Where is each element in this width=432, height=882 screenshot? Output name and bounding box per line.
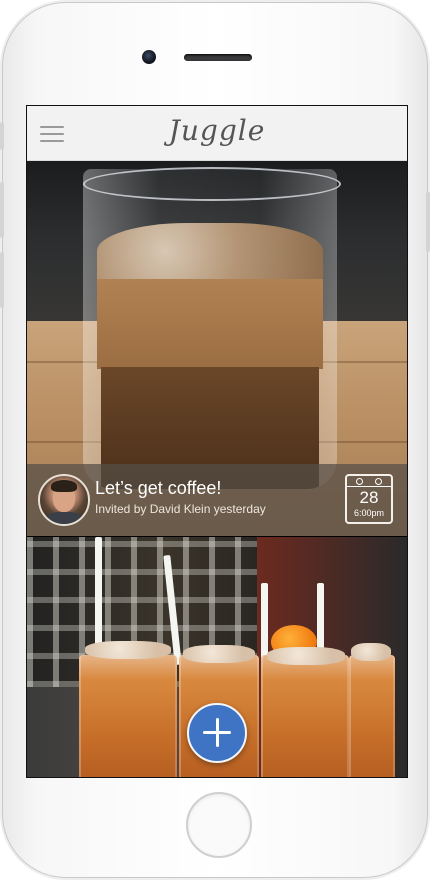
- event-card-2[interactable]: [27, 537, 407, 777]
- earpiece-speaker: [184, 54, 252, 61]
- volume-up-button: [0, 182, 4, 238]
- avatar[interactable]: [38, 474, 90, 526]
- calendar-icon[interactable]: 28 6:00pm: [345, 474, 393, 524]
- calendar-day: 28: [359, 488, 379, 507]
- event-invited-by: Invited by David Klein yesterday: [95, 502, 266, 516]
- app-screen: Juggle Let’s get coffee! Invited by Davi…: [26, 105, 408, 778]
- home-button[interactable]: [186, 792, 252, 858]
- app-title: Juggle: [168, 114, 266, 147]
- event-info-overlay: Let’s get coffee! Invited by David Klein…: [27, 464, 407, 536]
- power-button: [426, 192, 430, 252]
- front-camera: [142, 50, 156, 64]
- event-card[interactable]: Let’s get coffee! Invited by David Klein…: [27, 161, 407, 536]
- event-title: Let’s get coffee!: [95, 478, 222, 498]
- calendar-time: 6:00pm: [353, 508, 385, 518]
- top-navbar: Juggle: [27, 106, 407, 161]
- mute-switch: [0, 122, 4, 150]
- add-button[interactable]: [187, 703, 247, 763]
- volume-down-button: [0, 252, 4, 308]
